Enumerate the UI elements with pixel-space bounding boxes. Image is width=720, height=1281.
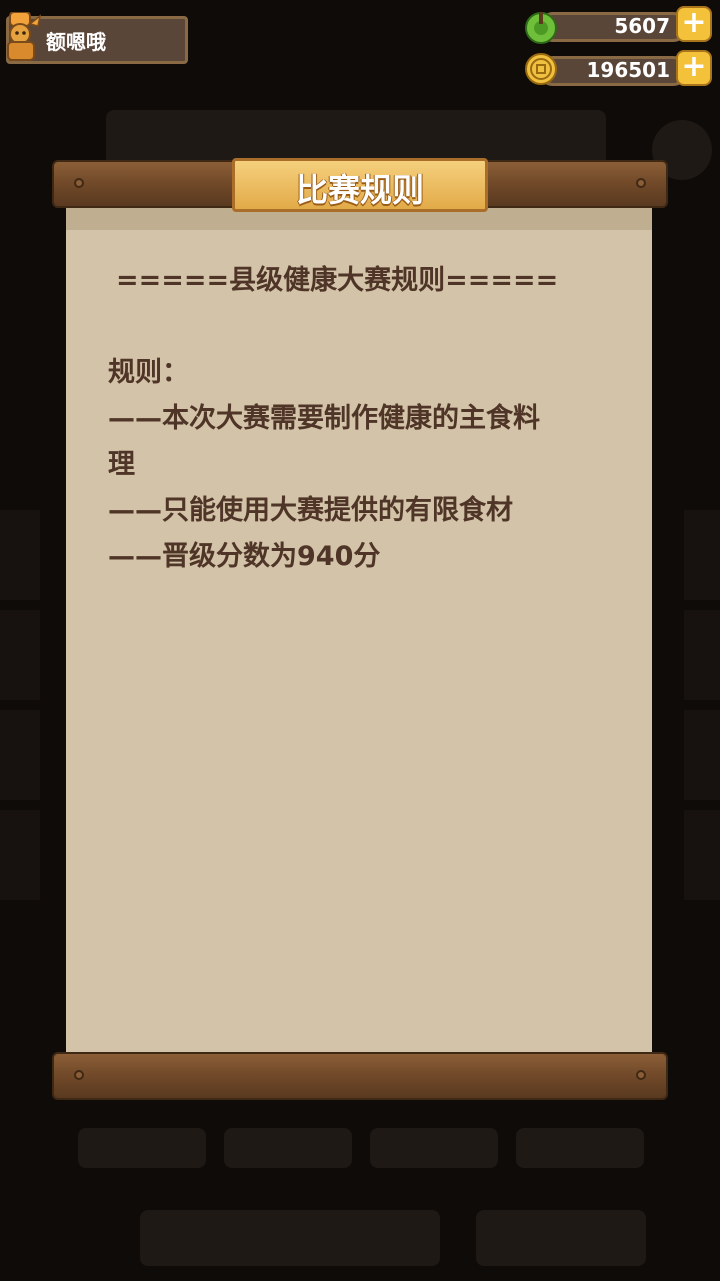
rule-line-3: ——晋级分数为940分 [108,541,381,572]
background-slot [684,610,720,700]
scroll-bottom-rod [52,1052,668,1100]
add-coins-button[interactable]: + [676,50,712,86]
background-slot [684,710,720,800]
rivet-icon [636,1070,646,1080]
background-item [370,1128,498,1168]
coins-value: 196501 [586,58,671,82]
coin-icon [525,53,557,85]
rules-heading: =====县级健康大赛规则===== [116,265,559,296]
energy-value: 5607 [614,14,670,38]
rules-label: 规则： [108,357,189,388]
chef-avatar-icon[interactable] [2,12,42,62]
title-plate: 比赛规则 [232,158,488,212]
background-slot [684,810,720,900]
background-item [78,1128,206,1168]
background-item [224,1128,352,1168]
background-slot [0,710,40,800]
rule-line-1-continued: 理 [108,449,135,480]
rule-line-2: ——只能使用大赛提供的有限食材 [108,495,513,526]
green-orb-icon [525,12,557,44]
add-energy-button[interactable]: + [676,6,712,42]
rivet-icon [74,178,84,188]
background-bottom-button [140,1210,440,1266]
rule-line-1: ——本次大赛需要制作健康的主食料 [108,403,540,434]
background-slot [0,610,40,700]
background-slot [0,510,40,600]
background-item [516,1128,644,1168]
rules-paper [66,206,652,1054]
dialog-title: 比赛规则 [295,171,424,209]
background-bottom-button [476,1210,646,1266]
background-slot [0,810,40,900]
background-slot [684,510,720,600]
player-name: 额嗯哦 [46,30,106,54]
rivet-icon [74,1070,84,1080]
rivet-icon [636,178,646,188]
